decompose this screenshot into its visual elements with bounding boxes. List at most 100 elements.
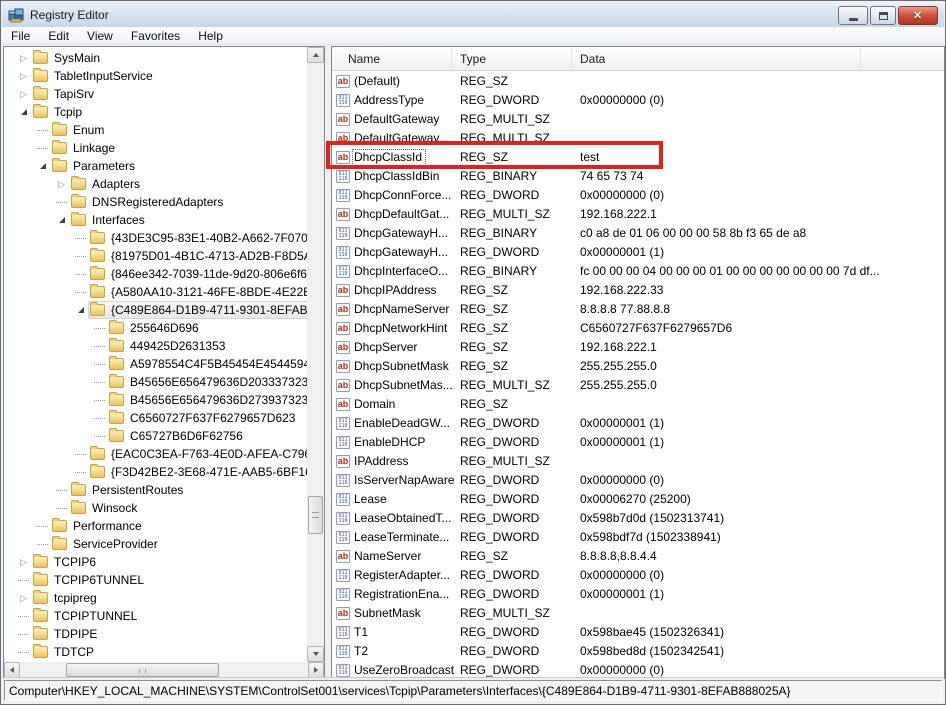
tree-item-81975d01-4b1c-4713-ad2b-f8d5a90[interactable]: {81975D01-4B1C-4713-AD2B-F8D5A90 xyxy=(4,247,307,265)
vertical-scroll-thumb[interactable] xyxy=(308,496,323,534)
scroll-right-button[interactable] xyxy=(308,662,324,678)
tree-item-winsock[interactable]: Winsock xyxy=(4,499,307,517)
value-row-default[interactable]: ab(Default)REG_SZ xyxy=(332,72,944,91)
tree-horizontal-scrollbar[interactable] xyxy=(4,662,324,678)
value-row-defaultgateway[interactable]: abDefaultGateway...REG_MULTI_SZ xyxy=(332,129,944,148)
title-bar[interactable]: Registry Editor xyxy=(2,2,944,27)
value-row-dhcpgatewayh[interactable]: 011110DhcpGatewayH...REG_DWORD0x00000001… xyxy=(332,243,944,262)
tree-expander-icon[interactable] xyxy=(73,307,88,313)
value-row-dhcpgatewayh[interactable]: 011110DhcpGatewayH...REG_BINARYc0 a8 de … xyxy=(332,224,944,243)
tree-item-43de3c95-83e1-40b2-a662-7f0705b8[interactable]: {43DE3C95-83E1-40B2-A662-7F0705B8 xyxy=(4,229,307,247)
value-row-dhcpsubnetmas[interactable]: abDhcpSubnetMas...REG_MULTI_SZ255.255.25… xyxy=(332,376,944,395)
tree-item-tcpip6tunnel[interactable]: TCPIP6TUNNEL xyxy=(4,571,307,589)
tree-item-tabletinputservice[interactable]: TabletInputService xyxy=(4,67,307,85)
column-header-data[interactable]: Data xyxy=(572,47,861,70)
value-row-enabledeadgw[interactable]: 011110EnableDeadGW...REG_DWORD0x00000001… xyxy=(332,414,944,433)
value-row-dhcpipaddress[interactable]: abDhcpIPAddressREG_SZ192.168.222.33 xyxy=(332,281,944,300)
tree-expander-icon[interactable] xyxy=(16,594,31,603)
value-row-dhcpnameserver[interactable]: abDhcpNameServerREG_SZ8.8.8.8 77.88.8.8 xyxy=(332,300,944,319)
tree-item-846ee342-7039-11de-9d20-806e6f6e69[interactable]: {846ee342-7039-11de-9d20-806e6f6e69 xyxy=(4,265,307,283)
tree-item-255646d696[interactable]: 255646D696 xyxy=(4,319,307,337)
tree-item-c65727b6d6f62756[interactable]: C65727B6D6F62756 xyxy=(4,427,307,445)
tree-item-dnsregisteredadapters[interactable]: DNSRegisteredAdapters xyxy=(4,193,307,211)
tree-item-tcpiptunnel[interactable]: TCPIPTUNNEL xyxy=(4,607,307,625)
tree-item-tapisrv[interactable]: TapiSrv xyxy=(4,85,307,103)
value-row-enabledhcp[interactable]: 011110EnableDHCPREG_DWORD0x00000001 (1) xyxy=(332,433,944,452)
scroll-down-button[interactable] xyxy=(307,646,324,662)
tree-item-parameters[interactable]: Parameters xyxy=(4,157,307,175)
value-row-t2[interactable]: 011110T2REG_DWORD0x598bed8d (1502342541) xyxy=(332,642,944,661)
tree-item-f3d42be2-3e68-471e-aab5-6bf16d5e[interactable]: {F3D42BE2-3E68-471E-AAB5-6BF16D5E xyxy=(4,463,307,481)
value-row-subnetmask[interactable]: abSubnetMaskREG_MULTI_SZ xyxy=(332,604,944,623)
value-row-defaultgateway[interactable]: abDefaultGatewayREG_MULTI_SZ xyxy=(332,110,944,129)
tree-item-449425d2631353[interactable]: 449425D2631353 xyxy=(4,337,307,355)
tree-item-enum[interactable]: Enum xyxy=(4,121,307,139)
value-row-dhcpsubnetmask[interactable]: abDhcpSubnetMaskREG_SZ255.255.255.0 xyxy=(332,357,944,376)
tree-expander-icon[interactable] xyxy=(35,163,50,169)
menu-edit[interactable]: Edit xyxy=(39,28,78,44)
menu-help[interactable]: Help xyxy=(189,28,232,44)
menu-favorites[interactable]: Favorites xyxy=(122,28,189,44)
value-row-isservernapaware[interactable]: 011110IsServerNapAwareREG_DWORD0x0000000… xyxy=(332,471,944,490)
tree-expander-icon[interactable] xyxy=(16,109,31,115)
tree-item-interfaces[interactable]: Interfaces xyxy=(4,211,307,229)
value-row-leaseobtainedt[interactable]: 011110LeaseObtainedT...REG_DWORD0x598b7d… xyxy=(332,509,944,528)
column-header-type[interactable]: Type xyxy=(452,47,572,70)
tree-item-tcpip6[interactable]: TCPIP6 xyxy=(4,553,307,571)
menu-view[interactable]: View xyxy=(78,28,122,44)
value-row-lease[interactable]: 011110LeaseREG_DWORD0x00006270 (25200) xyxy=(332,490,944,509)
tree-item-label: Adapters xyxy=(91,177,140,191)
menu-file[interactable]: File xyxy=(2,28,39,44)
tree-item-b45656e656479636d273937323[interactable]: B45656E656479636D273937323 xyxy=(4,391,307,409)
value-row-ipaddress[interactable]: abIPAddressREG_MULTI_SZ xyxy=(332,452,944,471)
tree-item-persistentroutes[interactable]: PersistentRoutes xyxy=(4,481,307,499)
tree-item-a5978554c4f5b45454e454459434f5[interactable]: A5978554C4F5B45454E454459434F5 xyxy=(4,355,307,373)
tree-item-a580aa10-3121-46fe-8bde-4e22e875[interactable]: {A580AA10-3121-46FE-8BDE-4E22E875 xyxy=(4,283,307,301)
tree-item-c489e864-d1b9-4711-9301-8efab888[interactable]: {C489E864-D1B9-4711-9301-8EFAB888 xyxy=(4,301,307,319)
tree-expander-icon[interactable] xyxy=(54,217,69,223)
registry-editor-icon[interactable] xyxy=(8,7,24,23)
value-row-registeradapter[interactable]: 011110RegisterAdapter...REG_DWORD0x00000… xyxy=(332,566,944,585)
value-row-nameserver[interactable]: abNameServerREG_SZ8.8.8.8,8.8.4.4 xyxy=(332,547,944,566)
tree-expander-icon[interactable] xyxy=(16,558,31,567)
value-row-dhcpserver[interactable]: abDhcpServerREG_SZ192.168.222.1 xyxy=(332,338,944,357)
tree-item-eac0c3ea-f763-4e0d-afea-c796a3a[interactable]: {EAC0C3EA-F763-4E0D-AFEA-C796A3A xyxy=(4,445,307,463)
value-row-dhcpclassidbin[interactable]: 011110DhcpClassIdBinREG_BINARY74 65 73 7… xyxy=(332,167,944,186)
scroll-up-button[interactable] xyxy=(307,47,324,63)
tree-expander-icon[interactable] xyxy=(54,180,69,189)
tree-item-serviceprovider[interactable]: ServiceProvider xyxy=(4,535,307,553)
value-name: DefaultGateway xyxy=(354,112,439,126)
column-header-name[interactable]: Name xyxy=(332,47,452,70)
value-row-t1[interactable]: 011110T1REG_DWORD0x598bae45 (1502326341) xyxy=(332,623,944,642)
value-row-dhcpclassid[interactable]: abDhcpClassIdREG_SZtest xyxy=(332,148,944,167)
value-row-dhcpinterfaceo[interactable]: 011110DhcpInterfaceO...REG_BINARYfc 00 0… xyxy=(332,262,944,281)
tree-item-tdtcp[interactable]: TDTCP xyxy=(4,643,307,661)
value-row-addresstype[interactable]: 011110AddressTypeREG_DWORD0x00000000 (0) xyxy=(332,91,944,110)
minimize-button[interactable] xyxy=(838,6,868,25)
close-button[interactable] xyxy=(898,6,938,25)
value-row-leaseterminate[interactable]: 011110LeaseTerminate...REG_DWORD0x598bdf… xyxy=(332,528,944,547)
maximize-button[interactable] xyxy=(870,6,896,25)
tree-item-c6560727f637f6279657d623[interactable]: C6560727F637F6279657D623 xyxy=(4,409,307,427)
value-name: RegisterAdapter... xyxy=(354,568,450,582)
tree-item-tcpipreg[interactable]: tcpipreg xyxy=(4,589,307,607)
horizontal-scroll-thumb[interactable] xyxy=(66,663,219,677)
value-row-registrationena[interactable]: 011110RegistrationEna...REG_DWORD0x00000… xyxy=(332,585,944,604)
tree-expander-icon[interactable] xyxy=(16,90,31,99)
tree-vertical-scrollbar[interactable] xyxy=(307,47,324,662)
tree-item-adapters[interactable]: Adapters xyxy=(4,175,307,193)
value-row-domain[interactable]: abDomainREG_SZ xyxy=(332,395,944,414)
tree-item-tcpip[interactable]: Tcpip xyxy=(4,103,307,121)
value-row-dhcpnetworkhint[interactable]: abDhcpNetworkHintREG_SZC6560727F637F6279… xyxy=(332,319,944,338)
value-row-usezerobroadcast[interactable]: 011110UseZeroBroadcastREG_DWORD0x0000000… xyxy=(332,661,944,678)
tree-expander-icon[interactable] xyxy=(16,72,31,81)
tree-expander-icon[interactable] xyxy=(16,54,31,63)
value-row-dhcpconnforce[interactable]: 011110DhcpConnForce...REG_DWORD0x0000000… xyxy=(332,186,944,205)
value-row-dhcpdefaultgat[interactable]: abDhcpDefaultGat...REG_MULTI_SZ192.168.2… xyxy=(332,205,944,224)
tree-item-linkage[interactable]: Linkage xyxy=(4,139,307,157)
scroll-left-button[interactable] xyxy=(4,662,20,678)
tree-item-sysmain[interactable]: SysMain xyxy=(4,49,307,67)
tree-item-performance[interactable]: Performance xyxy=(4,517,307,535)
tree-item-b45656e656479636d203337323[interactable]: B45656E656479636D203337323 xyxy=(4,373,307,391)
tree-item-tdpipe[interactable]: TDPIPE xyxy=(4,625,307,643)
